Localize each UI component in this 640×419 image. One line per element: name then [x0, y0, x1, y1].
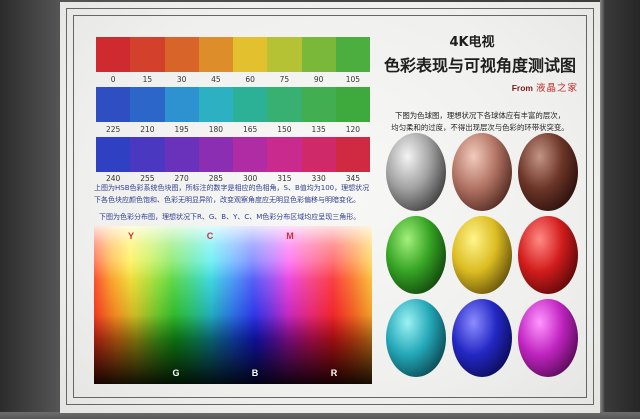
hue-swatch — [335, 37, 370, 72]
color-sphere — [452, 133, 512, 211]
source-credit: From 液晶之家 — [470, 80, 578, 92]
hue-swatch — [198, 137, 233, 172]
primary-color-label: G — [172, 368, 180, 378]
hue-swatch — [164, 137, 199, 172]
secondary-color-label: M — [286, 231, 294, 241]
hue-angle-label: 300 — [242, 174, 258, 183]
hue-angle-label: 315 — [277, 174, 292, 183]
sphere-caption-line: 均匀柔和的过度，不得出现层次与色彩的环带状突变。 — [391, 123, 569, 132]
hue-angle-label: 135 — [311, 125, 326, 134]
hue-swatch — [301, 137, 336, 172]
color-sphere-grid — [386, 133, 578, 377]
hue-swatch — [96, 37, 131, 72]
hsb-caption-line: 下各色块应颜色饱和、色彩无明显异阶，改变观察角度应无明显色彩偏移与明暗变化。 — [94, 196, 360, 204]
hue-angle-label: 225 — [105, 125, 121, 134]
hue-angle-label: 240 — [105, 174, 121, 183]
hue-swatch — [267, 137, 302, 172]
hue-label-row: 0 15 30 45 60 75 90 105 — [96, 75, 370, 84]
hue-angle-label: 270 — [174, 174, 189, 183]
hue-angle-label: 120 — [345, 125, 361, 134]
color-sphere — [452, 299, 512, 377]
hue-angle-label: 45 — [211, 75, 221, 84]
hsb-swatch-row — [96, 37, 370, 72]
hsb-swatch-row — [96, 137, 370, 172]
hue-swatch — [164, 87, 199, 122]
screen-bezel-bottom — [0, 412, 640, 419]
hue-swatch — [233, 137, 268, 172]
hsb-caption-line: 上图为HSB色彩系统色块图，所标注的数字是相应的色相角，S、B值均为100，理想… — [94, 184, 370, 192]
secondary-color-label: C — [206, 231, 214, 241]
hue-angle-label: 285 — [208, 174, 224, 183]
color-sphere — [518, 299, 578, 377]
color-sphere — [386, 133, 446, 211]
hue-angle-label: 180 — [208, 125, 224, 134]
from-label: From — [511, 83, 533, 92]
hue-swatch — [335, 137, 370, 172]
color-sphere — [386, 216, 446, 294]
primary-color-label: B — [251, 368, 259, 378]
hue-angle-label: 15 — [142, 75, 153, 84]
hue-angle-label: 150 — [277, 125, 292, 134]
hue-swatch — [267, 37, 302, 72]
hue-swatch — [96, 87, 131, 122]
hue-angle-label: 195 — [174, 125, 189, 134]
hue-swatch — [130, 137, 165, 172]
hue-swatch — [233, 37, 268, 72]
primary-color-label: R — [330, 368, 338, 378]
hue-swatch — [335, 87, 370, 122]
hue-angle-label: 30 — [176, 75, 187, 84]
hue-angle-label: 0 — [110, 75, 116, 84]
hue-swatch — [301, 87, 336, 122]
hue-angle-label: 60 — [245, 75, 255, 84]
hue-label-row: 225 210 195 180 165 150 135 120 — [96, 125, 370, 134]
hue-swatch — [233, 87, 268, 122]
color-sphere — [452, 216, 512, 294]
sphere-caption-line: 下图为色球图，理想状况下各球体应有丰富的层次， — [395, 111, 565, 120]
brightness-tone-layer — [94, 226, 372, 384]
hue-swatch — [164, 37, 199, 72]
hue-swatch — [96, 137, 131, 172]
hue-angle-label: 330 — [311, 174, 326, 183]
hue-angle-label: 255 — [140, 174, 155, 183]
color-sphere — [386, 299, 446, 377]
hue-swatch — [198, 37, 233, 72]
hue-swatch — [267, 87, 302, 122]
hue-angle-label: 165 — [242, 125, 258, 134]
chart-title-subject: 色彩表现与可视角度测试图 — [383, 56, 576, 75]
screen-bezel-edge — [600, 0, 605, 419]
hue-angle-label: 105 — [345, 75, 361, 84]
hue-swatch — [301, 37, 336, 72]
hue-swatch — [130, 87, 165, 122]
color-sphere — [518, 216, 578, 294]
color-sphere — [518, 133, 578, 211]
distribution-caption: 下图为色彩分布图，理想状况下R、G、B、Y、C、M色彩分布区域均应呈现三角形。 — [99, 213, 361, 221]
hue-swatch — [130, 37, 165, 72]
hue-angle-label: 90 — [313, 75, 324, 84]
hue-angle-label: 75 — [279, 75, 290, 84]
hue-angle-label: 210 — [140, 125, 155, 134]
hue-swatch — [198, 87, 233, 122]
color-distribution-gradient: Y C M G B R — [94, 226, 372, 384]
brand-logo-text: 液晶之家 — [535, 83, 578, 92]
hue-angle-label: 345 — [345, 174, 361, 183]
secondary-color-label: Y — [127, 231, 135, 241]
chart-title-product: 4K电视 — [449, 35, 495, 50]
hue-label-row: 240 255 270 285 300 315 330 345 — [96, 174, 370, 183]
hsb-swatch-row — [96, 87, 370, 122]
